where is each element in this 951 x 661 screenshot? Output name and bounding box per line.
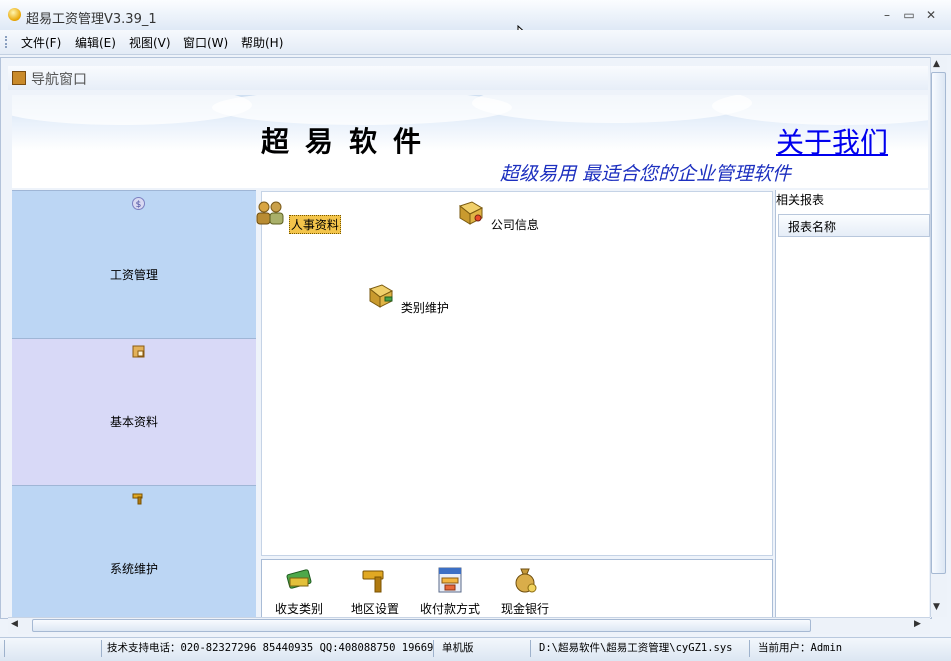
tool-label: 地区设置 xyxy=(350,602,399,616)
menu-edit[interactable]: 编辑(E) xyxy=(75,34,116,51)
menu-file[interactable]: 文件(F) xyxy=(21,34,61,51)
tool-label: 现金银行 xyxy=(500,602,549,616)
scroll-up-arrow-icon[interactable]: ▲ xyxy=(933,59,940,69)
status-support-info: 技术支持电话：020-82327296 85440935 QQ:40808875… xyxy=(103,640,434,657)
feature-label: 人事资料 xyxy=(288,215,341,234)
nav-window-icon xyxy=(12,71,26,85)
feature-personnel[interactable]: 人事资料 xyxy=(253,200,343,234)
folder-icon xyxy=(132,345,145,358)
category-salary-management[interactable]: $ 工资管理 xyxy=(12,190,256,339)
svg-text:$: $ xyxy=(136,200,142,210)
window-title: 超易工资管理V3.39_1 xyxy=(26,12,157,27)
category-label: 系统维护 xyxy=(109,562,158,576)
category-basic-data[interactable]: 基本资料 xyxy=(12,338,256,486)
payment-form-icon xyxy=(438,567,462,593)
category-label: 工资管理 xyxy=(109,268,158,282)
nav-window-title: 导航窗口 xyxy=(31,72,87,88)
feature-area: 人事资料 公司信息 类别维护 xyxy=(256,191,773,556)
people-icon xyxy=(256,201,284,225)
feature-label: 公司信息 xyxy=(490,218,539,232)
status-data-path: D:\超易软件\超易工资管理\cyGZ1.sys xyxy=(535,640,750,657)
quick-tools-panel: 收支类别 地区设置 收付款方式 现金银行 xyxy=(261,559,773,619)
minimize-button[interactable]: – xyxy=(876,6,898,24)
app-icon xyxy=(8,8,21,21)
money-card-icon xyxy=(286,569,312,589)
nav-window-header xyxy=(8,66,928,90)
vertical-scroll-thumb[interactable] xyxy=(931,72,946,574)
tool-income-expense-category[interactable]: 收支类别 xyxy=(264,566,334,617)
close-button[interactable]: ✕ xyxy=(920,6,942,24)
tool-cash-bank[interactable]: 现金银行 xyxy=(490,566,560,617)
tool-payment-method[interactable]: 收付款方式 xyxy=(415,566,485,617)
scroll-down-arrow-icon[interactable]: ▼ xyxy=(933,602,940,612)
report-name-column-label: 报表名称 xyxy=(788,220,837,234)
horizontal-scroll-thumb[interactable] xyxy=(32,619,811,632)
money-bag-icon xyxy=(515,568,537,593)
scroll-left-arrow-icon[interactable]: ◀ xyxy=(11,619,18,629)
menu-grip xyxy=(5,36,10,48)
menu-view[interactable]: 视图(V) xyxy=(129,34,171,51)
about-us-link[interactable]: 关于我们 xyxy=(776,121,888,161)
feature-company-info[interactable]: 公司信息 xyxy=(453,200,543,233)
banner-title: 超易软件 xyxy=(261,125,438,158)
menu-window[interactable]: 窗口(W) xyxy=(183,34,228,51)
status-empty-cell xyxy=(4,640,102,657)
feature-label: 类别维护 xyxy=(400,301,449,315)
book-edit-icon xyxy=(369,284,394,308)
book-icon xyxy=(459,201,484,225)
category-label: 基本资料 xyxy=(109,415,158,429)
banner-slogan: 超级易用 最适合您的企业管理软件 xyxy=(500,163,792,185)
related-reports-title: 相关报表 xyxy=(776,193,825,207)
status-current-user: 当前用户：Admin xyxy=(758,642,843,654)
feature-category-maintenance[interactable]: 类别维护 xyxy=(363,283,453,316)
tool-label: 收付款方式 xyxy=(419,602,480,616)
dollar-icon: $ xyxy=(132,197,145,210)
scroll-right-arrow-icon[interactable]: ▶ xyxy=(914,619,921,629)
tool-label: 收支类别 xyxy=(274,602,323,616)
related-reports-panel xyxy=(775,190,929,617)
category-system-maintenance[interactable]: 系统维护 xyxy=(12,485,256,619)
hammer-icon xyxy=(132,493,143,505)
tool-region-settings[interactable]: 地区设置 xyxy=(340,566,410,617)
menu-help[interactable]: 帮助(H) xyxy=(241,34,283,51)
status-edition: 单机版 xyxy=(438,640,531,657)
maximize-button[interactable]: ▭ xyxy=(898,6,920,24)
hammer-icon xyxy=(362,570,384,593)
